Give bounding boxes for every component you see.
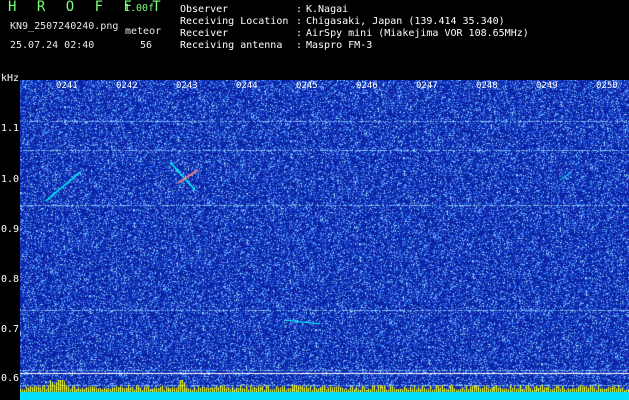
y-tick-label: 1.0 xyxy=(1,174,20,185)
app-version: 1.00f xyxy=(124,3,155,14)
meteor-echo-bars xyxy=(20,380,629,400)
y-tick-label: 0.7 xyxy=(1,324,20,335)
info-colon: : xyxy=(296,4,303,15)
file-name: KN9_2507240240.png xyxy=(10,21,119,32)
y-tick-label: 0.8 xyxy=(1,274,20,285)
y-tick-label: 0.6 xyxy=(1,373,20,384)
info-colon: : xyxy=(296,28,303,39)
x-tick-label: 0248 xyxy=(476,81,498,91)
observation-datetime: 25.07.24 02:40 xyxy=(10,40,95,51)
x-tick-label: 0244 xyxy=(236,81,258,91)
y-axis-unit: kHz xyxy=(1,73,20,84)
meteor-count-value: 56 xyxy=(140,40,153,51)
x-tick-label: 0250 xyxy=(596,81,618,91)
x-tick-label: 0242 xyxy=(116,81,138,91)
x-tick-label: 0243 xyxy=(176,81,198,91)
x-tick-label: 0246 xyxy=(356,81,378,91)
spectrogram xyxy=(20,80,629,400)
observer-label: Observer xyxy=(180,4,229,15)
antenna-label: Receiving antenna xyxy=(180,40,283,51)
x-tick-label: 0249 xyxy=(536,81,558,91)
info-colon: : xyxy=(296,40,303,51)
receiver-label: Receiver xyxy=(180,28,229,39)
observer-value: K.Nagai xyxy=(306,4,349,15)
antenna-value: Maspro FM-3 xyxy=(306,40,373,51)
meteor-count-label: meteor xyxy=(125,26,162,37)
x-tick-label: 0241 xyxy=(56,81,78,91)
location-value: Chigasaki, Japan (139.414 35.340) xyxy=(306,16,505,27)
y-tick-label: 0.9 xyxy=(1,224,20,235)
x-tick-label: 0245 xyxy=(296,81,318,91)
info-colon: : xyxy=(296,16,303,27)
receiver-value: AirSpy mini (Miakejima VOR 108.65MHz) xyxy=(306,28,529,39)
location-label: Receiving Location xyxy=(180,16,289,27)
y-tick-label: 1.1 xyxy=(1,123,20,134)
x-tick-label: 0247 xyxy=(416,81,438,91)
